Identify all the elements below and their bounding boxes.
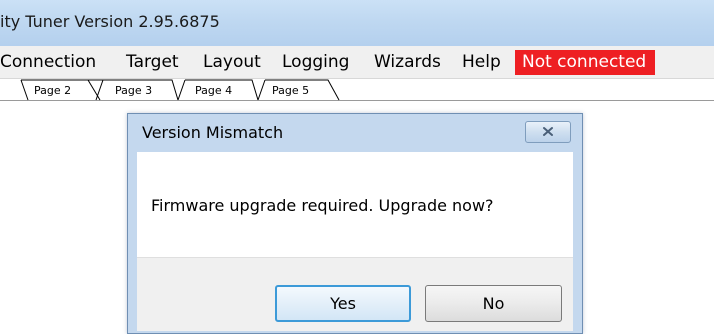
tab-page-4[interactable]: Page 4 xyxy=(195,84,232,97)
tab-page-5[interactable]: Page 5 xyxy=(272,84,309,97)
window-title: ity Tuner Version 2.95.6875 xyxy=(0,12,220,31)
tab-outlines xyxy=(0,79,714,101)
dialog-body: Firmware upgrade required. Upgrade now? … xyxy=(137,152,573,331)
dialog-close-button[interactable] xyxy=(525,121,571,143)
no-button[interactable]: No xyxy=(425,285,562,322)
menu-logging[interactable]: Logging xyxy=(282,52,349,72)
tab-page-3[interactable]: Page 3 xyxy=(115,84,152,97)
page-tab-strip: Page 2 Page 3 Page 4 Page 5 xyxy=(0,79,714,101)
version-mismatch-dialog: Version Mismatch Firmware upgrade requir… xyxy=(127,113,583,334)
dialog-message: Firmware upgrade required. Upgrade now? xyxy=(151,196,494,215)
menu-wizards[interactable]: Wizards xyxy=(374,52,441,72)
menu-target[interactable]: Target xyxy=(126,52,179,72)
connection-status-badge: Not connected xyxy=(515,50,655,75)
menu-connection[interactable]: Connection xyxy=(0,52,96,72)
tab-page-2[interactable]: Page 2 xyxy=(34,84,71,97)
yes-button[interactable]: Yes xyxy=(275,285,411,322)
close-icon xyxy=(543,127,553,136)
dialog-title: Version Mismatch xyxy=(142,123,284,142)
menu-help[interactable]: Help xyxy=(462,52,501,72)
menu-bar: Connection Target Layout Logging Wizards… xyxy=(0,46,714,79)
dialog-button-area: Yes No xyxy=(137,257,573,331)
menu-layout[interactable]: Layout xyxy=(203,52,261,72)
window-titlebar: ity Tuner Version 2.95.6875 xyxy=(0,0,714,46)
